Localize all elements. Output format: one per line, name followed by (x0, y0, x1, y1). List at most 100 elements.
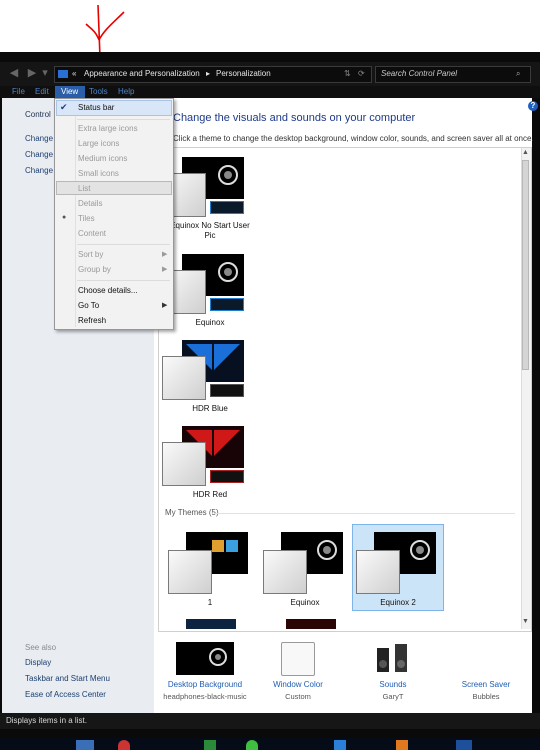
address-field[interactable]: « Appearance and Personalization ▸ Perso… (54, 66, 372, 83)
window-color-link[interactable]: Window Color (253, 680, 343, 689)
submenu-arrow-icon: ▶ (162, 266, 168, 273)
app-icon-window[interactable] (456, 740, 472, 750)
checkmark-icon: ✔ (60, 102, 68, 112)
see-also-display-link[interactable]: Display (25, 658, 51, 667)
desktop-background-value: headphones-black-music (163, 692, 247, 701)
app-icon-green[interactable] (204, 740, 216, 750)
theme-item-hdr-blue[interactable]: HDR Blue (160, 340, 250, 420)
menu-edit[interactable]: Edit (35, 86, 49, 98)
theme-window-color-thumbnail (356, 550, 400, 594)
section-divider (215, 513, 515, 514)
control-panel-icon (58, 70, 68, 78)
view-menu-sort-by[interactable]: Sort by (78, 250, 103, 260)
view-menu-choose-details[interactable]: Choose details... (78, 286, 138, 296)
view-menu-refresh[interactable]: Refresh (78, 316, 106, 326)
theme-label: HDR Red (192, 490, 228, 499)
view-menu-list[interactable]: List (78, 184, 90, 194)
control-panel-home-link[interactable]: Control (25, 110, 51, 119)
breadcrumb-chevron-icon: « (72, 69, 77, 78)
view-menu-extra-large-icons[interactable]: Extra large icons (78, 124, 138, 134)
menu-separator (77, 280, 170, 281)
annotation-area (0, 0, 540, 99)
status-text: Displays items in a list. (6, 716, 87, 725)
theme-window-color-thumbnail (263, 550, 307, 594)
view-menu-group-by[interactable]: Group by (78, 265, 111, 275)
menu-separator (77, 244, 170, 245)
theme-label: HDR Blue (192, 404, 228, 413)
theme-label: Equinox (195, 318, 225, 327)
theme-logo-thumbnail (210, 384, 244, 397)
view-menu-medium-icons[interactable]: Medium icons (78, 154, 127, 164)
view-menu-go-to[interactable]: Go To (78, 301, 99, 311)
theme-label: Equinox No Start User (170, 221, 250, 230)
see-also-taskbar-link[interactable]: Taskbar and Start Menu (25, 674, 110, 683)
help-icon[interactable]: ? (528, 101, 538, 111)
window-color-swatch (281, 642, 315, 676)
sounds-value: GaryT (382, 692, 404, 701)
menu-view[interactable]: View (55, 86, 85, 98)
menu-file[interactable]: File (12, 86, 25, 98)
screen-saver-value: Bubbles (472, 692, 500, 701)
view-menu-status-bar[interactable]: Status bar (78, 103, 114, 113)
scroll-up-icon[interactable]: ▲ (521, 149, 530, 159)
mail-icon[interactable] (76, 740, 94, 750)
my-theme-item-1[interactable]: 1 (160, 532, 250, 612)
scrollbar-thumb[interactable] (522, 160, 529, 370)
view-menu-details[interactable]: Details (78, 199, 102, 209)
breadcrumb-personalization[interactable]: Personalization (216, 69, 271, 78)
theme-logo-thumbnail (210, 201, 244, 214)
theme-logo-thumbnail (210, 470, 244, 483)
search-icon[interactable]: ⌕ (516, 69, 520, 79)
forward-button[interactable]: ▶ (24, 66, 40, 80)
my-theme-item-equinox-2[interactable]: Equinox 2 (348, 532, 438, 612)
theme-window-color-thumbnail (162, 356, 206, 400)
view-menu-large-icons[interactable]: Large icons (78, 139, 119, 149)
theme-label: Equinox (290, 598, 320, 607)
my-theme-item-equinox[interactable]: Equinox (255, 532, 345, 612)
theme-window-color-thumbnail (168, 550, 212, 594)
change-link-3[interactable]: Change (25, 166, 53, 175)
theme-label: 1 (207, 598, 213, 607)
back-button[interactable]: ◀ (6, 66, 22, 80)
my-themes-heading: My Themes (5) (165, 508, 219, 517)
change-link-2[interactable]: Change (25, 150, 53, 159)
app-icon-blue[interactable] (334, 740, 346, 750)
search-placeholder: Search Control Panel (381, 69, 458, 78)
app-icon-orange[interactable] (396, 740, 408, 750)
view-menu-small-icons[interactable]: Small icons (78, 169, 119, 179)
view-menu-content[interactable]: Content (78, 229, 106, 239)
page-subtitle: Click a theme to change the desktop back… (173, 134, 534, 143)
window-color-value: Custom (285, 692, 311, 701)
submenu-arrow-icon: ▶ (162, 302, 168, 309)
theme-window-color-thumbnail (162, 442, 206, 486)
app-icon-circle[interactable] (246, 740, 258, 750)
menu-tools[interactable]: Tools (89, 86, 108, 98)
window-right-edge (532, 98, 540, 713)
breadcrumb-separator-icon: ▸ (206, 69, 211, 78)
menu-help[interactable]: Help (118, 86, 134, 98)
view-menu-tiles[interactable]: Tiles (78, 214, 95, 224)
scroll-down-icon[interactable]: ▼ (521, 618, 530, 628)
sounds-link[interactable]: Sounds (348, 680, 438, 689)
change-link-1[interactable]: Change (25, 134, 53, 143)
search-input[interactable]: Search Control Panel ⌕ (375, 66, 531, 83)
see-also-ease-of-access-link[interactable]: Ease of Access Center (25, 690, 106, 699)
recent-pages-icon[interactable]: ▾ (40, 66, 50, 80)
submenu-arrow-icon: ▶ (162, 251, 168, 258)
breadcrumb-appearance[interactable]: Appearance and Personalization (84, 69, 200, 78)
status-bar: Displays items in a list. (0, 713, 540, 729)
refresh-icon[interactable]: ⟳ (358, 69, 365, 78)
theme-item-hdr-red[interactable]: HDR Red (160, 426, 250, 506)
address-dropdown-icon[interactable]: ⇅ (344, 69, 351, 78)
browser-icon[interactable] (118, 740, 130, 750)
page-title: Change the visuals and sounds on your co… (173, 112, 416, 124)
list-item-highlight (56, 181, 172, 195)
menu-separator (77, 119, 170, 120)
taskbar (0, 738, 540, 750)
speaker-icon (377, 644, 407, 672)
desktop-background-thumbnail (176, 642, 234, 675)
theme-label-line2: Pic (204, 231, 216, 240)
see-also-heading: See also (25, 643, 57, 652)
desktop-background-link[interactable]: Desktop Background (160, 680, 250, 689)
screen-saver-link[interactable]: Screen Saver (441, 680, 531, 689)
